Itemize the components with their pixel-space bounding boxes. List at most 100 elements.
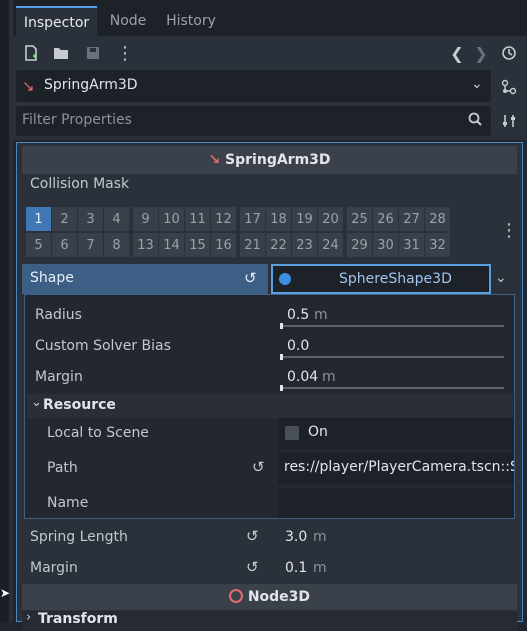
revert-icon[interactable]: ↺ [252,458,265,476]
layer-bit-14[interactable]: 14 [159,233,184,257]
layer-bit-27[interactable]: 27 [399,207,424,231]
layer-bit-2[interactable]: 2 [52,207,77,231]
filter-properties[interactable]: Filter Properties [16,106,491,136]
custom-solver-bias-slider[interactable] [280,356,504,358]
radius-unit: m [314,307,328,323]
shape-margin-slider-handle[interactable] [280,385,283,391]
node-tree-icon[interactable] [497,76,521,98]
layer-bit-6[interactable]: 6 [52,233,77,257]
layer-bit-12[interactable]: 12 [211,207,236,231]
object-history-icon[interactable] [498,42,520,64]
tab-history[interactable]: History [163,6,219,36]
section-header-node3d[interactable]: Node3D [22,584,517,610]
radius-slider[interactable] [280,325,504,327]
save-resource-icon[interactable] [82,42,104,64]
shape-margin-field[interactable]: 0.04 m [278,363,506,391]
property-options-icon[interactable] [497,110,521,132]
local-to-scene-label: Local to Scene [47,425,149,441]
load-resource-icon[interactable] [50,42,72,64]
shape-row[interactable]: Shape ↺ [22,264,268,294]
layer-bit-16[interactable]: 16 [211,233,236,257]
layer-bit-3[interactable]: 3 [78,207,103,231]
layer-bit-9[interactable]: 9 [133,207,158,231]
new-resource-icon[interactable] [20,42,42,64]
springarm3d-icon: ↘ [22,77,35,95]
layer-bit-28[interactable]: 28 [425,207,450,231]
layer-bit-25[interactable]: 25 [347,207,372,231]
layer-bit-26[interactable]: 26 [373,207,398,231]
layer-bit-24[interactable]: 24 [318,233,343,257]
shape-resource-picker[interactable]: SphereShape3D [271,264,491,294]
object-selector[interactable]: ↘ SpringArm3D ⌄ [16,70,491,102]
layer-bit-7[interactable]: 7 [78,233,103,257]
filter-input[interactable]: Filter Properties [22,112,132,128]
tab-inspector[interactable]: Inspector [16,6,97,36]
custom-solver-bias-label: Custom Solver Bias [35,338,171,354]
collision-mask-label: Collision Mask [30,176,130,192]
name-input[interactable] [278,488,514,518]
layers-menu-icon[interactable]: ⋮ [500,219,518,241]
radius-field[interactable]: 0.5 m [278,301,506,329]
custom-solver-bias-value: 0.0 [287,338,310,354]
layer-bit-30[interactable]: 30 [373,233,398,257]
radius-value: 0.5 [287,307,310,323]
transform-group-header[interactable]: › Transform [22,610,517,631]
resource-group-label: Resource [43,397,116,413]
layer-bit-29[interactable]: 29 [347,233,372,257]
layer-bit-22[interactable]: 22 [266,233,291,257]
layer-bit-1[interactable]: 1 [26,207,51,231]
shape-margin-value: 0.04 [287,369,319,385]
more-options-icon[interactable]: ⋮ [115,42,135,64]
node3d-header-label: Node3D [247,589,311,605]
layer-bit-5[interactable]: 5 [26,233,51,257]
sphere-shape-icon [279,273,291,285]
path-input[interactable]: res://player/PlayerCamera.tscn::S [278,453,514,484]
radius-slider-handle[interactable] [280,323,283,329]
layer-bit-18[interactable]: 18 [266,207,291,231]
layer-bit-20[interactable]: 20 [318,207,343,231]
revert-icon[interactable]: ↺ [246,527,259,545]
margin-field[interactable]: 0.1 m [279,554,515,582]
history-back-icon[interactable]: ❮ [448,42,466,64]
tab-node[interactable]: Node [105,6,151,36]
revert-icon[interactable]: ↺ [244,269,257,287]
object-selector-label: SpringArm3D [44,77,138,93]
layer-bit-19[interactable]: 19 [292,207,317,231]
layer-bit-31[interactable]: 31 [399,233,424,257]
history-forward-icon[interactable]: ❯ [472,42,490,64]
layer-bit-13[interactable]: 13 [133,233,158,257]
path-value: res://player/PlayerCamera.tscn::S [284,459,514,475]
layer-bit-4[interactable]: 4 [104,207,129,231]
custom-solver-bias-field[interactable]: 0.0 [278,332,506,360]
layer-bit-21[interactable]: 21 [240,233,265,257]
chevron-down-icon: ⌄ [471,76,483,92]
local-to-scene-value: On [308,424,328,440]
chevron-down-icon[interactable]: ⌄ [495,270,507,286]
revert-icon[interactable]: ↺ [246,558,259,576]
layer-bit-15[interactable]: 15 [185,233,210,257]
local-to-scene-checkbox[interactable]: On [278,418,514,449]
layer-bit-32[interactable]: 32 [425,233,450,257]
layer-bit-8[interactable]: 8 [104,233,129,257]
layer-bit-11[interactable]: 11 [185,207,210,231]
layer-bit-10[interactable]: 10 [159,207,184,231]
layer-bit-23[interactable]: 23 [292,233,317,257]
shape-margin-slider[interactable] [280,387,504,389]
inspector-properties-panel: ↘ SpringArm3D Collision Mask 1 2 3 4 9 10 11 12… [16,142,523,631]
margin-unit: m [313,560,327,576]
checkbox-icon [285,426,299,440]
spring-length-field[interactable]: 3.0 m [279,523,515,551]
chevron-right-icon: › [26,610,32,625]
section-header-springarm3d[interactable]: ↘ SpringArm3D [22,146,517,174]
resource-group-header[interactable]: ⌄ Resource [27,394,513,418]
transform-label: Transform [38,611,118,627]
node3d-icon [228,589,243,603]
shape-resource-name: SphereShape3D [339,271,452,287]
layer-bit-17[interactable]: 17 [240,207,265,231]
springarm3d-icon: ↘ [208,152,221,168]
spring-length-label: Spring Length [30,529,128,545]
custom-solver-bias-slider-handle[interactable] [280,354,283,360]
chevron-down-icon: ⌄ [31,395,42,410]
search-icon [468,112,482,130]
path-label: Path [47,460,78,476]
